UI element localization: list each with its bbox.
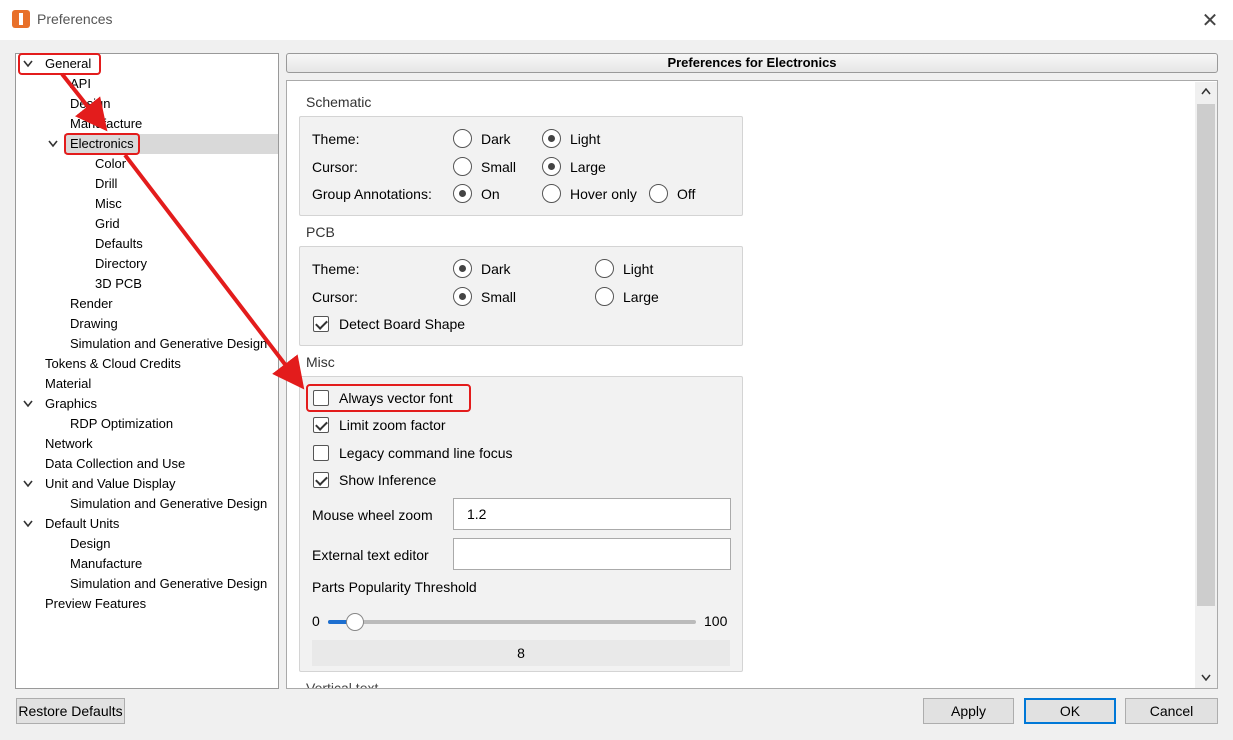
tree-item-manufacture[interactable]: Manufacture [66,114,146,134]
pcb-cursor-label: Cursor: [312,289,358,305]
pcb-group: Theme: Dark Light Cursor: Small Large De… [299,246,743,346]
chevron-down-icon[interactable] [23,400,33,410]
limit-zoom-factor-checkbox[interactable]: Limit zoom factor [313,417,446,433]
schematic-theme-dark-radio[interactable]: Dark [453,129,511,148]
title-bar: Preferences ✕ [0,0,1233,40]
tree-item-simulation-generative-design[interactable]: Simulation and Generative Design [66,494,271,514]
window-title: Preferences [37,11,113,27]
slider-value-readout: 8 [312,640,730,666]
pcb-theme-dark-radio[interactable]: Dark [453,259,511,278]
pcb-theme-label: Theme: [312,261,360,277]
section-title-misc: Misc [306,354,335,370]
group-annotations-off-radio[interactable]: Off [649,184,695,203]
tree-item-directory[interactable]: Directory [91,254,151,274]
detect-board-shape-checkbox[interactable]: Detect Board Shape [313,316,465,332]
schematic-theme-label: Theme: [312,131,360,147]
tree-item-drawing[interactable]: Drawing [66,314,122,334]
restore-defaults-button[interactable]: Restore Defaults [16,698,125,724]
tree-item-render[interactable]: Render [66,294,117,314]
external-text-editor-label: External text editor [312,547,429,563]
tree-item-defaults[interactable]: Defaults [91,234,147,254]
always-vector-font-checkbox[interactable]: Always vector font [313,390,453,406]
cancel-button[interactable]: Cancel [1125,698,1218,724]
panel-header: Preferences for Electronics [286,53,1218,73]
pcb-cursor-small-radio[interactable]: Small [453,287,516,306]
tree-item-color[interactable]: Color [91,154,130,174]
tree-item-unit-value-display[interactable]: Unit and Value Display [41,474,180,494]
group-annotations-on-radio[interactable]: On [453,184,500,203]
tree-item-api[interactable]: API [66,74,95,94]
tree-item-default-units[interactable]: Default Units [41,514,123,534]
apply-button[interactable]: Apply [923,698,1014,724]
show-inference-checkbox[interactable]: Show Inference [313,472,436,488]
schematic-cursor-label: Cursor: [312,159,358,175]
tree-item-design[interactable]: Design [66,94,114,114]
pcb-cursor-large-radio[interactable]: Large [595,287,659,306]
content-scrollbar[interactable] [1195,82,1217,688]
tree-item-manufacture[interactable]: Manufacture [66,554,146,574]
section-title-vertical-text: Vertical text [306,680,379,689]
tree-item-simulation-generative-design[interactable]: Simulation and Generative Design [66,574,271,594]
popularity-slider-track[interactable] [328,620,696,624]
schematic-group: Theme: Dark Light Cursor: Small Large Gr… [299,116,743,216]
pcb-theme-light-radio[interactable]: Light [595,259,653,278]
schematic-cursor-small-radio[interactable]: Small [453,157,516,176]
tree-item-grid[interactable]: Grid [91,214,124,234]
ok-button[interactable]: OK [1024,698,1116,724]
slider-max-label: 100 [704,613,728,629]
tree-item-rdp-optimization[interactable]: RDP Optimization [66,414,177,434]
section-title-pcb: PCB [306,224,335,240]
tree-item-simulation-generative-design[interactable]: Simulation and Generative Design [66,334,271,354]
popularity-slider-thumb[interactable] [346,613,364,631]
tree-item-network[interactable]: Network [41,434,97,454]
tree-item-graphics[interactable]: Graphics [41,394,101,414]
tree-item-3d-pcb[interactable]: 3D PCB [91,274,146,294]
chevron-down-icon[interactable] [48,140,58,150]
external-text-editor-input[interactable] [453,538,731,570]
group-annotations-hover-radio[interactable]: Hover only [542,184,637,203]
preferences-tree[interactable]: General API Design Manufacture Electroni… [15,53,279,689]
legacy-command-line-focus-checkbox[interactable]: Legacy command line focus [313,445,513,461]
preferences-content: Schematic Theme: Dark Light Cursor: Smal… [286,80,1218,689]
close-button[interactable]: ✕ [1187,0,1233,40]
tree-item-design[interactable]: Design [66,534,114,554]
tree-item-tokens-cloud-credits[interactable]: Tokens & Cloud Credits [41,354,185,374]
chevron-down-icon[interactable] [23,60,33,70]
mouse-wheel-zoom-input[interactable]: 1.2 [453,498,731,530]
tree-item-misc[interactable]: Misc [91,194,126,214]
scroll-up-arrow-icon[interactable] [1195,82,1217,102]
chevron-down-icon[interactable] [23,520,33,530]
tree-item-electronics[interactable]: Electronics [66,134,138,154]
misc-group: Always vector font Limit zoom factor Leg… [299,376,743,672]
tree-item-preview-features[interactable]: Preview Features [41,594,150,614]
app-logo-icon [12,10,30,28]
tree-item-drill[interactable]: Drill [91,174,121,194]
scrollbar-thumb[interactable] [1197,104,1215,606]
schematic-theme-light-radio[interactable]: Light [542,129,600,148]
tree-item-general[interactable]: General [41,54,95,74]
tree-item-material[interactable]: Material [41,374,95,394]
group-annotations-label: Group Annotations: [312,186,432,202]
schematic-cursor-large-radio[interactable]: Large [542,157,606,176]
slider-min-label: 0 [312,613,320,629]
parts-popularity-label: Parts Popularity Threshold [312,579,477,595]
tree-item-data-collection[interactable]: Data Collection and Use [41,454,189,474]
chevron-down-icon[interactable] [23,480,33,490]
mouse-wheel-zoom-label: Mouse wheel zoom [312,507,433,523]
section-title-schematic: Schematic [306,94,372,110]
scroll-down-arrow-icon[interactable] [1195,668,1217,688]
